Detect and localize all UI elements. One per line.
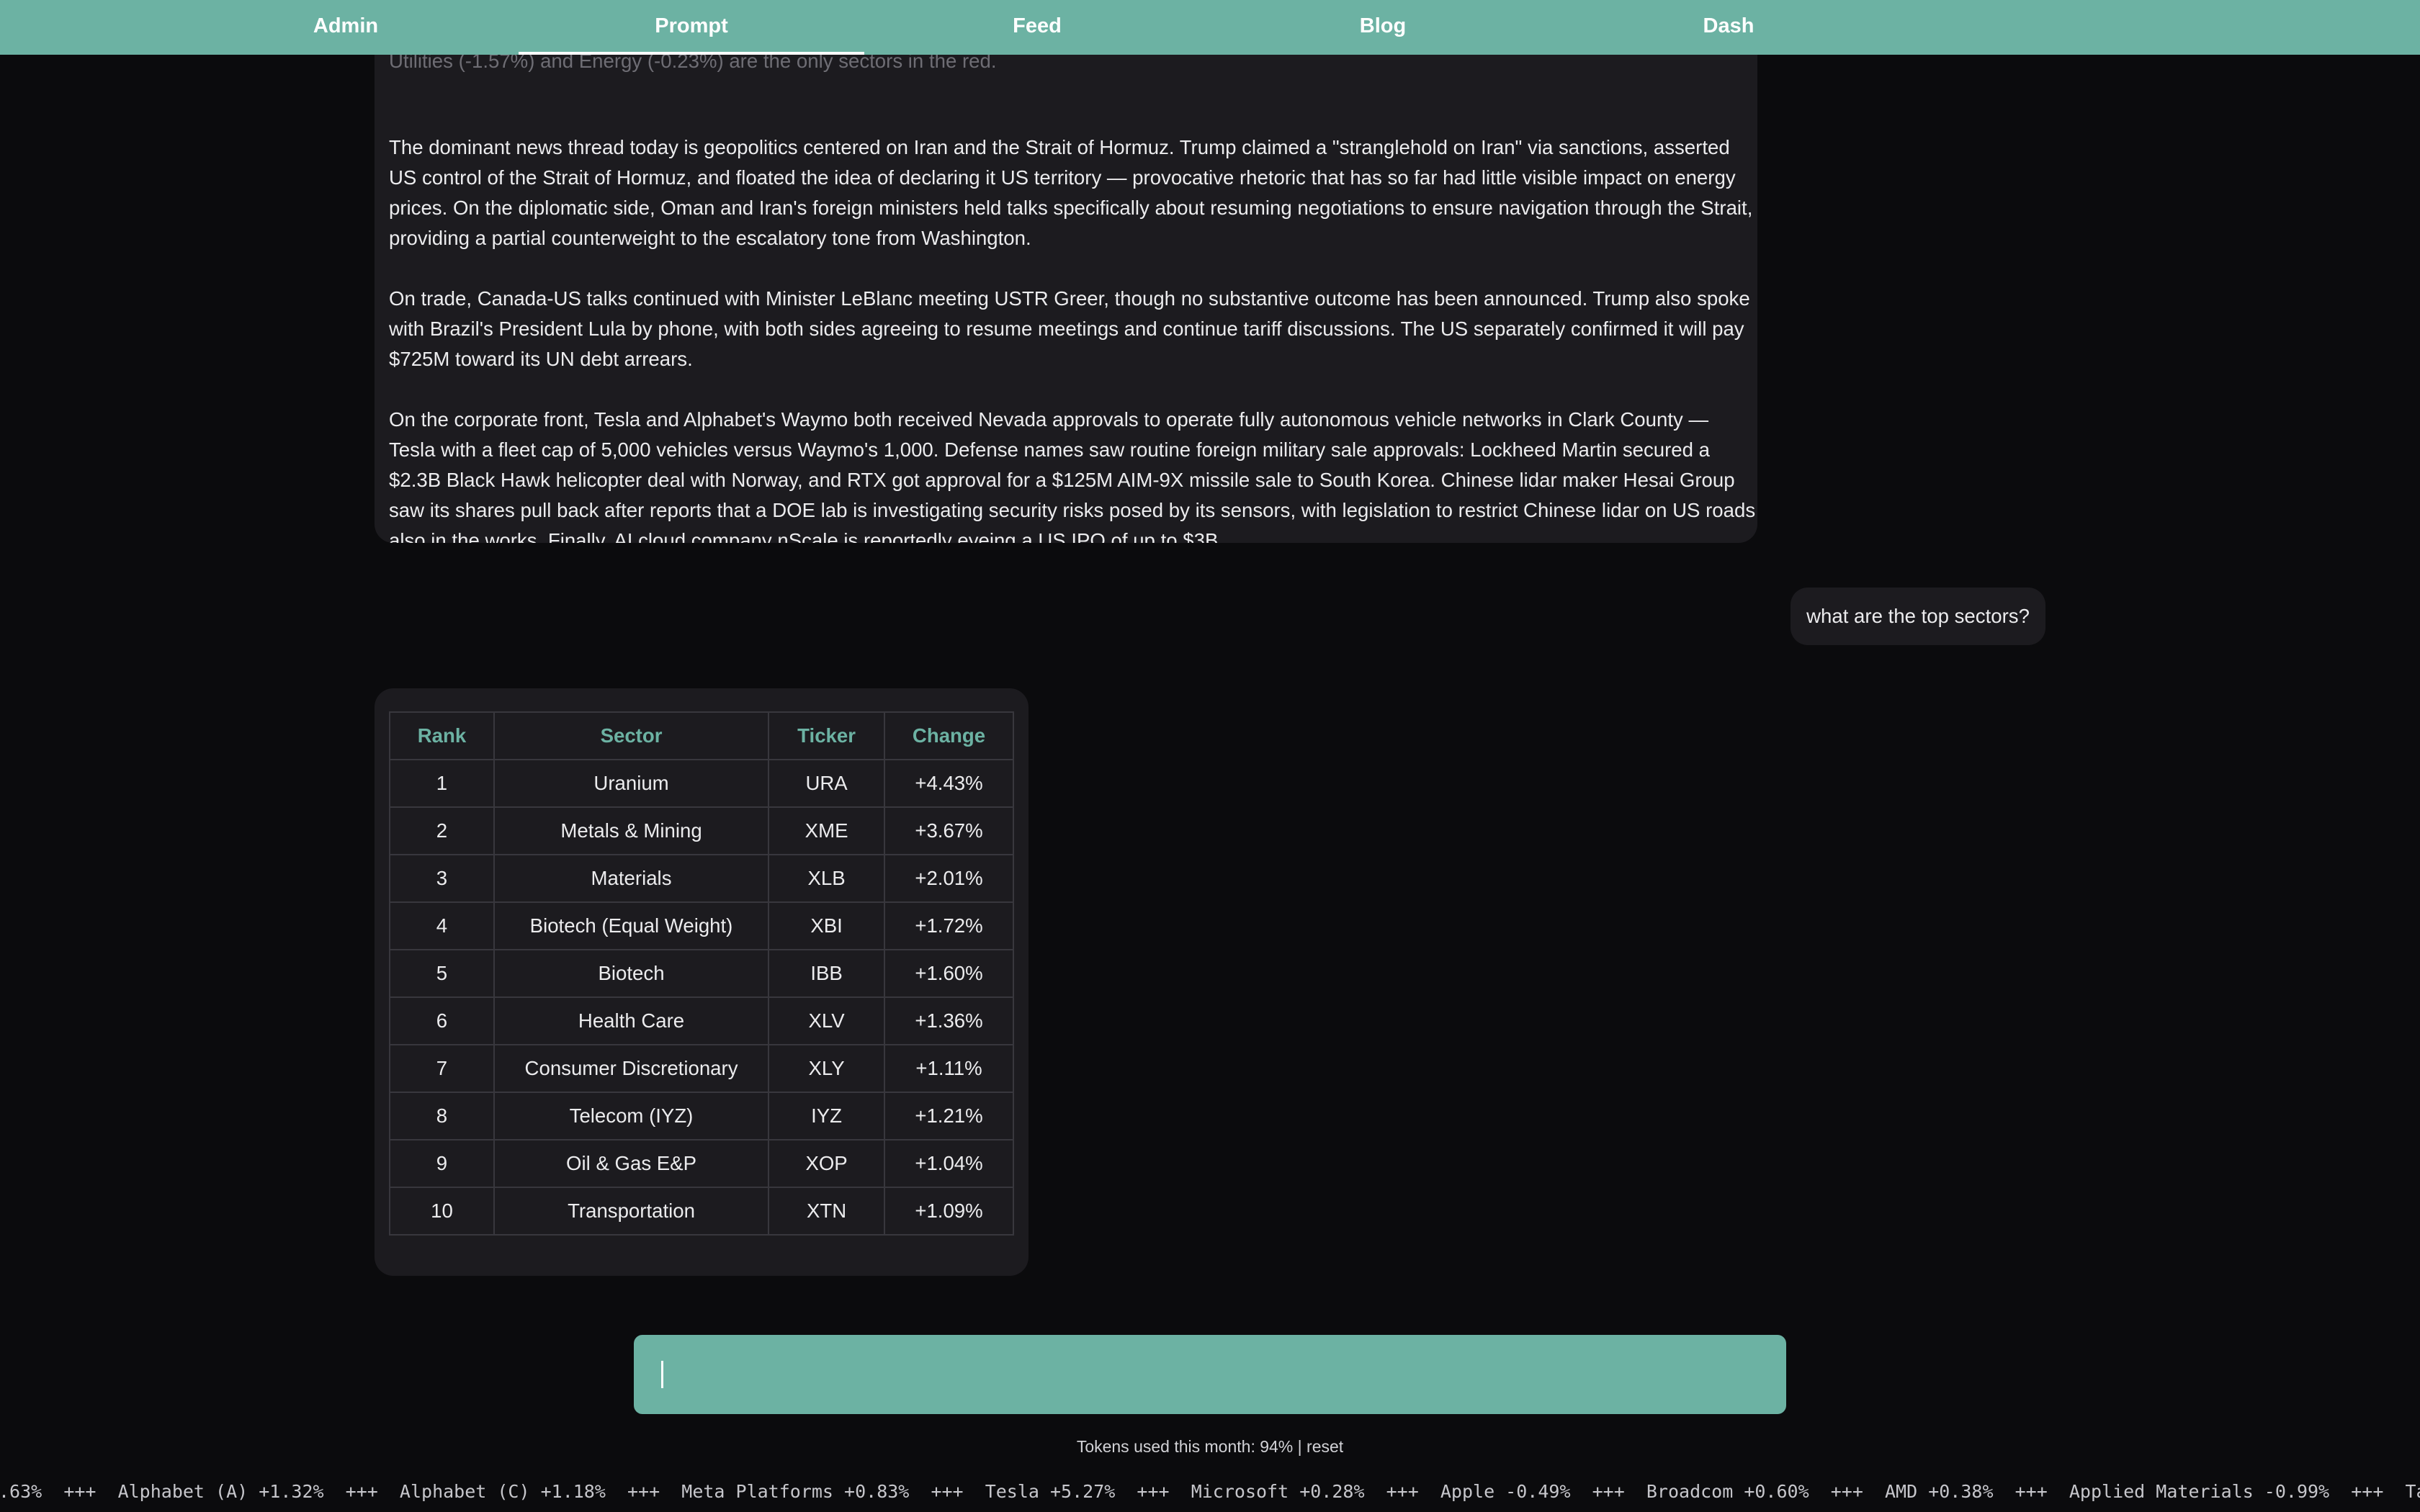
cell-sector: Materials bbox=[493, 854, 770, 903]
ticker-item: Alphabet (A) +1.32% bbox=[117, 1481, 324, 1502]
cell-ticker: XLY bbox=[768, 1044, 886, 1093]
cell-change: +4.43% bbox=[884, 759, 1014, 808]
ticker-separator: +++ bbox=[1115, 1481, 1191, 1502]
table-row: 2 Metals & Mining XME +3.67% bbox=[389, 806, 1014, 855]
cell-ticker: XOP bbox=[768, 1139, 886, 1188]
cell-sector: Transportation bbox=[493, 1187, 770, 1236]
ticker-separator: +++ bbox=[1364, 1481, 1440, 1502]
cell-rank: 2 bbox=[389, 806, 495, 855]
table-row: 9 Oil & Gas E&P XOP +1.04% bbox=[389, 1139, 1014, 1188]
cell-change: +1.04% bbox=[884, 1139, 1014, 1188]
token-usage: Tokens used this month: 94% | reset bbox=[0, 1437, 2420, 1457]
ticker-item: Meta Platforms +0.83% bbox=[681, 1481, 910, 1502]
cell-change: +1.72% bbox=[884, 901, 1014, 950]
header-change: Change bbox=[884, 711, 1014, 760]
cell-change: +2.01% bbox=[884, 854, 1014, 903]
cell-sector: Uranium bbox=[493, 759, 770, 808]
table-row: 6 Health Care XLV +1.36% bbox=[389, 996, 1014, 1045]
ticker-item: Tesla +5.27% bbox=[985, 1481, 1116, 1502]
cell-sector: Biotech bbox=[493, 949, 770, 998]
message-paragraph-trade: On trade, Canada-US talks continued with… bbox=[389, 287, 1750, 370]
nav-item-blog[interactable]: Blog bbox=[1210, 0, 1556, 55]
ticker-separator: +++ bbox=[1809, 1481, 1885, 1502]
cell-rank: 9 bbox=[389, 1139, 495, 1188]
cell-change: +1.11% bbox=[884, 1044, 1014, 1093]
cell-change: +3.67% bbox=[884, 806, 1014, 855]
table-row: 10 Transportation XTN +1.09% bbox=[389, 1187, 1014, 1236]
cell-sector: Metals & Mining bbox=[493, 806, 770, 855]
cell-sector: Oil & Gas E&P bbox=[493, 1139, 770, 1188]
cell-sector: Telecom (IYZ) bbox=[493, 1092, 770, 1140]
table-header-row: Rank Sector Ticker Change bbox=[389, 711, 1014, 760]
ticker-separator: +++ bbox=[605, 1481, 682, 1502]
ticker-separator: +++ bbox=[2329, 1481, 2406, 1502]
message-paragraph-geopolitics: The dominant news thread today is geopol… bbox=[389, 136, 1753, 249]
prompt-input[interactable] bbox=[660, 1335, 1765, 1416]
stock-ticker: .63% +++ Alphabet (A) +1.32% +++ Alphabe… bbox=[0, 1477, 2420, 1506]
ticker-item: Taiwan Semiconduc bbox=[2405, 1481, 2420, 1502]
cell-rank: 1 bbox=[389, 759, 495, 808]
cell-rank: 6 bbox=[389, 996, 495, 1045]
table-row: 4 Biotech (Equal Weight) XBI +1.72% bbox=[389, 901, 1014, 950]
table-row: 8 Telecom (IYZ) IYZ +1.21% bbox=[389, 1092, 1014, 1140]
cell-sector: Biotech (Equal Weight) bbox=[493, 901, 770, 950]
cell-rank: 5 bbox=[389, 949, 495, 998]
cell-change: +1.60% bbox=[884, 949, 1014, 998]
cell-change: +1.21% bbox=[884, 1092, 1014, 1140]
ticker-item: Applied Materials -0.99% bbox=[2069, 1481, 2330, 1502]
cell-ticker: XTN bbox=[768, 1187, 886, 1236]
cell-rank: 7 bbox=[389, 1044, 495, 1093]
reset-link[interactable]: reset bbox=[1307, 1437, 1343, 1456]
header-ticker: Ticker bbox=[768, 711, 886, 760]
nav-item-feed[interactable]: Feed bbox=[864, 0, 1210, 55]
cell-rank: 3 bbox=[389, 854, 495, 903]
table-row: 3 Materials XLB +2.01% bbox=[389, 854, 1014, 903]
ticker-separator: +++ bbox=[323, 1481, 400, 1502]
cell-change: +1.09% bbox=[884, 1187, 1014, 1236]
cell-rank: 10 bbox=[389, 1187, 495, 1236]
ticker-separator: +++ bbox=[1570, 1481, 1646, 1502]
prompt-input-container[interactable] bbox=[634, 1335, 1786, 1416]
assistant-table-message: Rank Sector Ticker Change 1 Uranium URA … bbox=[375, 688, 1028, 1276]
table-row: 5 Biotech IBB +1.60% bbox=[389, 949, 1014, 998]
header-rank: Rank bbox=[389, 711, 495, 760]
top-nav: Admin Prompt Feed Blog Dash bbox=[0, 0, 2420, 55]
ticker-separator: +++ bbox=[42, 1481, 118, 1502]
sector-table: Rank Sector Ticker Change 1 Uranium URA … bbox=[389, 711, 1014, 1236]
cell-sector: Health Care bbox=[493, 996, 770, 1045]
token-usage-separator: | bbox=[1293, 1437, 1307, 1456]
header-sector: Sector bbox=[493, 711, 770, 760]
ticker-item: Broadcom +0.60% bbox=[1646, 1481, 1809, 1502]
ticker-track: .63% +++ Alphabet (A) +1.32% +++ Alphabe… bbox=[0, 1477, 2420, 1506]
cell-ticker: IYZ bbox=[768, 1092, 886, 1140]
cell-ticker: XLV bbox=[768, 996, 886, 1045]
ticker-item: Microsoft +0.28% bbox=[1191, 1481, 1365, 1502]
ticker-item: Alphabet (C) +1.18% bbox=[399, 1481, 606, 1502]
cell-change: +1.36% bbox=[884, 996, 1014, 1045]
table-row: 7 Consumer Discretionary XLY +1.11% bbox=[389, 1044, 1014, 1093]
ticker-item: AMD +0.38% bbox=[1885, 1481, 1994, 1502]
cell-rank: 4 bbox=[389, 901, 495, 950]
cell-ticker: IBB bbox=[768, 949, 886, 998]
nav-item-prompt[interactable]: Prompt bbox=[519, 0, 864, 55]
message-paragraph-corporate: On the corporate front, Tesla and Alphab… bbox=[389, 408, 1756, 543]
token-usage-text: Tokens used this month: 94% bbox=[1076, 1437, 1294, 1456]
ticker-item: .63% bbox=[0, 1481, 42, 1502]
assistant-message: Utilities (-1.57%) and Energy (-0.23%) a… bbox=[375, 29, 1757, 543]
cell-rank: 8 bbox=[389, 1092, 495, 1140]
nav-item-admin[interactable]: Admin bbox=[173, 0, 519, 55]
nav-item-dash[interactable]: Dash bbox=[1556, 0, 1901, 55]
cell-ticker: XLB bbox=[768, 854, 886, 903]
user-message: what are the top sectors? bbox=[1791, 588, 2045, 645]
table-row: 1 Uranium URA +4.43% bbox=[389, 759, 1014, 808]
cell-sector: Consumer Discretionary bbox=[493, 1044, 770, 1093]
cell-ticker: XME bbox=[768, 806, 886, 855]
ticker-item: Apple -0.49% bbox=[1440, 1481, 1571, 1502]
ticker-separator: +++ bbox=[909, 1481, 985, 1502]
cell-ticker: URA bbox=[768, 759, 886, 808]
cell-ticker: XBI bbox=[768, 901, 886, 950]
ticker-separator: +++ bbox=[1993, 1481, 2069, 1502]
